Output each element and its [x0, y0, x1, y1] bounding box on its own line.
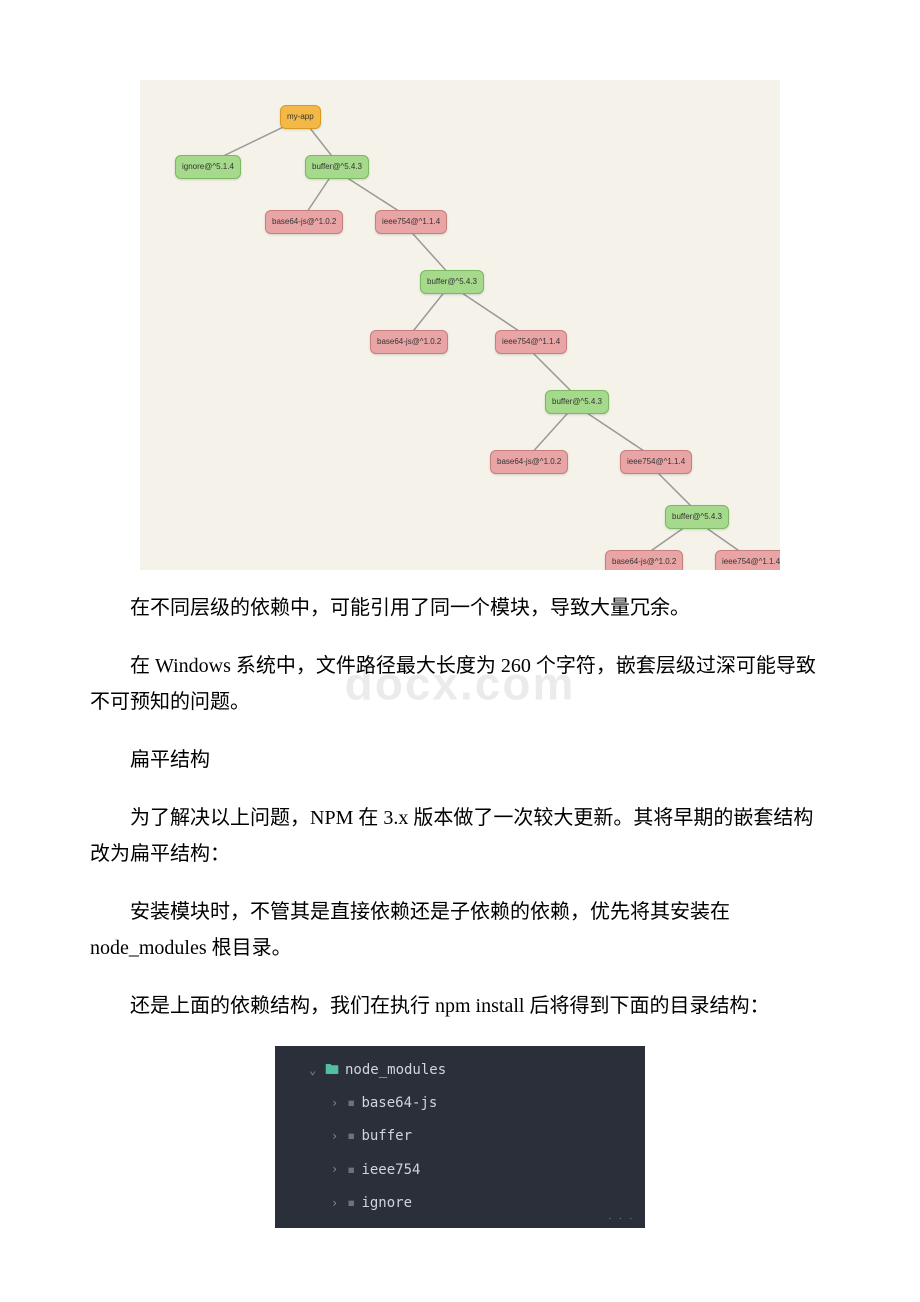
- chevron-right-icon: ›: [331, 1126, 341, 1148]
- folder-label: node_modules: [345, 1058, 446, 1083]
- node-label: my-app: [287, 112, 314, 121]
- folder-label: buffer: [361, 1124, 412, 1149]
- paragraph: 还是上面的依赖结构，我们在执行 npm install 后将得到下面的目录结构：: [90, 988, 830, 1024]
- file-tree-root: ⌄ 🖿 node_modules: [275, 1054, 645, 1087]
- folder-icon: ▪: [347, 1191, 355, 1216]
- tree-node: buffer@^5.4.3: [305, 155, 369, 179]
- paragraph: 安装模块时，不管其是直接依赖还是子依赖的依赖，优先将其安装在 node_modu…: [90, 894, 830, 966]
- file-tree-item: › ▪ ignore: [275, 1187, 645, 1220]
- paragraph: 为了解决以上问题，NPM 在 3.x 版本做了一次较大更新。其将早期的嵌套结构改…: [90, 800, 830, 872]
- tree-node: ieee754@^1.1.4: [715, 550, 780, 570]
- node-label: base64-js@^1.0.2: [272, 217, 336, 226]
- file-tree: ⌄ 🖿 node_modules › ▪ base64-js › ▪ buffe…: [275, 1046, 645, 1228]
- tree-node: base64-js@^1.0.2: [265, 210, 343, 234]
- node-label: ieee754@^1.1.4: [382, 217, 440, 226]
- tree-node: base64-js@^1.0.2: [370, 330, 448, 354]
- tree-node: buffer@^5.4.3: [545, 390, 609, 414]
- tree-node: buffer@^5.4.3: [420, 270, 484, 294]
- node-label: base64-js@^1.0.2: [612, 557, 676, 566]
- folder-label: ignore: [361, 1191, 412, 1216]
- node-label: base64-js@^1.0.2: [377, 337, 441, 346]
- node-label: ieee754@^1.1.4: [502, 337, 560, 346]
- node-label: buffer@^5.4.3: [672, 512, 722, 521]
- file-tree-item: › ▪ base64-js: [275, 1087, 645, 1120]
- node-label: buffer@^5.4.3: [552, 397, 602, 406]
- node-label: buffer@^5.4.3: [312, 162, 362, 171]
- tree-node: buffer@^5.4.3: [665, 505, 729, 529]
- tree-node: ieee754@^1.1.4: [495, 330, 567, 354]
- dependency-tree-diagram: my-app ignore@^5.1.4 buffer@^5.4.3 base6…: [140, 80, 780, 570]
- tree-edges: [140, 80, 780, 570]
- paragraph: 在 Windows 系统中，文件路径最大长度为 260 个字符，嵌套层级过深可能…: [90, 648, 830, 720]
- folder-label: ieee754: [361, 1158, 420, 1183]
- node-label: buffer@^5.4.3: [427, 277, 477, 286]
- folder-icon: ▪: [347, 1091, 355, 1116]
- tree-node-root: my-app: [280, 105, 321, 129]
- folder-label: base64-js: [361, 1091, 437, 1116]
- folder-icon: ▪: [347, 1124, 355, 1149]
- file-tree-item: › ▪ buffer: [275, 1120, 645, 1153]
- node-label: ieee754@^1.1.4: [627, 457, 685, 466]
- node-label: ieee754@^1.1.4: [722, 557, 780, 566]
- chevron-down-icon: ⌄: [309, 1060, 319, 1082]
- folder-icon: 🖿: [325, 1058, 339, 1083]
- chevron-right-icon: ›: [331, 1093, 341, 1115]
- tree-node: ieee754@^1.1.4: [620, 450, 692, 474]
- tree-node: ieee754@^1.1.4: [375, 210, 447, 234]
- image-footer-dots: . . .: [609, 1208, 635, 1224]
- chevron-right-icon: ›: [331, 1159, 341, 1181]
- folder-icon: ▪: [347, 1158, 355, 1183]
- node-label: base64-js@^1.0.2: [497, 457, 561, 466]
- tree-node: base64-js@^1.0.2: [605, 550, 683, 570]
- file-tree-item: › ▪ ieee754: [275, 1154, 645, 1187]
- tree-node: ignore@^5.1.4: [175, 155, 241, 179]
- tree-node: base64-js@^1.0.2: [490, 450, 568, 474]
- paragraph: 在不同层级的依赖中，可能引用了同一个模块，导致大量冗余。: [90, 590, 830, 626]
- node-label: ignore@^5.1.4: [182, 162, 234, 171]
- chevron-right-icon: ›: [331, 1193, 341, 1215]
- heading: 扁平结构: [90, 742, 830, 778]
